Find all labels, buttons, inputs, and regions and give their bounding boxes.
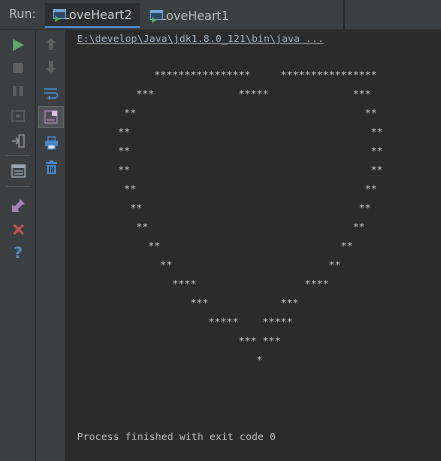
pin-icon[interactable]: [7, 194, 29, 216]
rerun-icon[interactable]: [7, 34, 29, 56]
heart-line: *** ***: [106, 336, 281, 347]
heart-line: ** **: [106, 165, 383, 176]
dump-threads-icon[interactable]: [7, 105, 29, 127]
run-config-icon: [150, 9, 163, 23]
heart-line: ***** *****: [106, 317, 293, 328]
heart-line: ** **: [106, 203, 371, 214]
tab-loveheart1[interactable]: LoveHeart1: [142, 3, 237, 28]
run-label: Run:: [9, 7, 37, 21]
run-tab-bar: Run: LoveHeart2 LoveHeart1: [0, 0, 441, 30]
help-icon[interactable]: ?: [7, 242, 29, 264]
run-config-icon: [53, 8, 66, 22]
tab-label: LoveHeart2: [62, 7, 132, 22]
heart-line: ** **: [106, 108, 377, 119]
soft-wrap-icon[interactable]: [40, 82, 62, 104]
heart-line: ** **: [106, 241, 353, 252]
console-output[interactable]: E:\develop\Java\jdk1.8.0_121\bin\java ..…: [66, 30, 441, 461]
up-arrow-icon[interactable]: [40, 33, 62, 55]
close-icon[interactable]: [7, 218, 29, 240]
print-icon[interactable]: [40, 132, 62, 154]
heart-line: *** ***** ***: [106, 89, 371, 100]
tab-divider: [343, 0, 345, 30]
heart-line: ** **: [106, 184, 377, 195]
heart-line: ** **: [106, 146, 383, 157]
heart-line: **** ****: [106, 279, 329, 290]
heart-line: **************** ****************: [106, 70, 377, 81]
trash-icon[interactable]: [40, 156, 62, 178]
heart-line: *** ***: [106, 298, 299, 309]
run-toolbar-primary: ?: [0, 30, 36, 461]
tab-label: LoveHeart1: [159, 8, 229, 23]
scroll-to-end-icon[interactable]: [38, 106, 64, 128]
heart-line: ** **: [106, 222, 365, 233]
run-tool-window: Run: LoveHeart2 LoveHeart1 ? E:\develop\…: [0, 0, 441, 461]
exit-icon[interactable]: [7, 130, 29, 152]
command-text[interactable]: E:\develop\Java\jdk1.8.0_121\bin\java ..…: [77, 34, 324, 45]
stop-icon[interactable]: [7, 57, 29, 79]
process-exit-message: Process finished with exit code 0: [77, 432, 276, 443]
restore-layout-icon[interactable]: [7, 160, 29, 182]
tab-loveheart2[interactable]: LoveHeart2: [45, 3, 140, 28]
heart-line: ** **: [106, 260, 341, 271]
heart-line: *: [106, 355, 263, 366]
down-arrow-icon[interactable]: [40, 56, 62, 78]
pause-icon[interactable]: [7, 80, 29, 102]
run-toolbar-secondary: [36, 30, 66, 461]
command-line[interactable]: E:\develop\Java\jdk1.8.0_121\bin\java ..…: [77, 34, 324, 45]
heart-line: ** **: [106, 127, 383, 138]
